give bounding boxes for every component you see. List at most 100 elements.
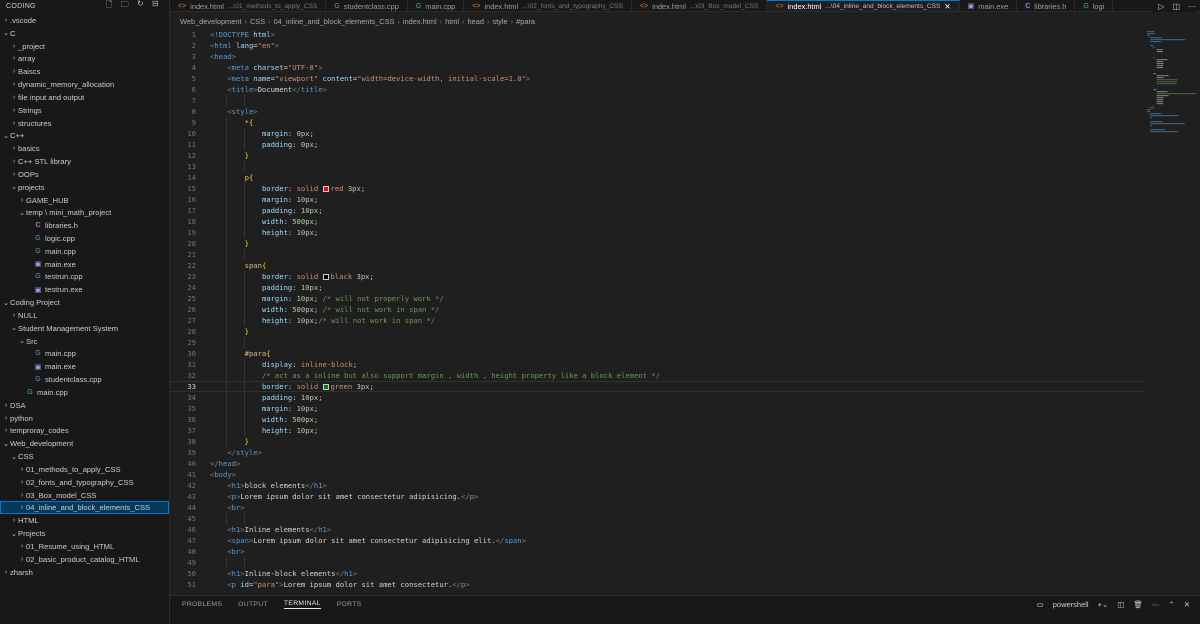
tree-item[interactable]: Gmain.cpp [0,386,169,399]
code-line[interactable]: 51 <p id="para">Lorem ipsum dolor sit am… [170,579,1145,590]
tree-item[interactable]: Gmain.cpp [0,245,169,258]
minimap[interactable] [1145,29,1200,595]
tree-item[interactable]: › 01_Resume_using_HTML [0,540,169,553]
breadcrumb-item[interactable]: CSS [250,17,265,26]
breadcrumb-item[interactable]: 04_inline_and_block_elements_CSS [274,17,395,26]
split-terminal-icon[interactable]: ◫ [1117,600,1124,609]
code-line[interactable]: 49 [170,557,1145,568]
tree-item[interactable]: Clibraries.h [0,219,169,232]
code-line[interactable]: 15 border: solid red 3px; [170,183,1145,194]
editor-tab[interactable]: Glogi [1075,0,1114,11]
color-swatch[interactable] [322,274,329,280]
trash-icon[interactable]: 🗑 [1133,600,1143,609]
code-line[interactable]: 22 span{ [170,260,1145,271]
tree-item[interactable]: Gmain.cpp [0,348,169,361]
tree-item[interactable]: ⌄ Projects [0,527,169,540]
code-line[interactable]: 33 border: solid green 3px; [170,381,1145,392]
tree-item[interactable]: ⌄ temp \ mini_math_project [0,206,169,219]
breadcrumb-item[interactable]: style [492,17,507,26]
code-line[interactable]: 16 margin: 10px; [170,194,1145,205]
tree-item[interactable]: › dynamic_memory_allocation [0,78,169,91]
code-line[interactable]: 5 <meta name="viewport" content="width=d… [170,73,1145,84]
editor-tab[interactable]: <> index.html ...\02_fonts_and_typography_… [464,0,632,11]
code-line[interactable]: 31 display: inline-block; [170,359,1145,370]
code-line[interactable]: 14 p{ [170,172,1145,183]
close-icon[interactable]: ✕ [944,2,950,11]
code-line[interactable]: 10 margin: 0px; [170,128,1145,139]
collapse-all-icon[interactable]: ⊟ [152,0,159,13]
code-line[interactable]: 9 *{ [170,117,1145,128]
tree-item[interactable]: › 03_Box_model_CSS [0,489,169,502]
code-line[interactable]: 32 /* act as a inline but also support m… [170,370,1145,381]
code-line[interactable]: 4 <meta charset="UTF-8"> [170,62,1145,73]
tree-item[interactable]: Glogic.cpp [0,232,169,245]
editor-tab[interactable]: ▣ main.exe [960,0,1018,11]
code-line[interactable]: 37 height: 10px; [170,425,1145,436]
tree-item[interactable]: › 01_methods_to_apply_CSS [0,463,169,476]
code-line[interactable]: 13 [170,161,1145,172]
breadcrumb-item[interactable]: html [445,17,459,26]
code-line[interactable]: 27 height: 10px;/* will not work in span… [170,315,1145,326]
tree-item[interactable]: › python [0,412,169,425]
terminal-name[interactable]: powershell [1053,600,1089,609]
code-line[interactable]: 3 <head> [170,51,1145,62]
code-line[interactable]: 6 <title>Document</title> [170,84,1145,95]
tree-item[interactable]: › NULL [0,309,169,322]
panel-tab-ports[interactable]: PORTS [337,601,362,608]
code-line[interactable]: 40 </head> [170,458,1145,469]
panel-tab-terminal[interactable]: TERMINAL [283,600,321,609]
code-line[interactable]: 44 <br> [170,502,1145,513]
code-line[interactable]: 34 padding: 10px; [170,392,1145,403]
breadcrumb-item[interactable]: Web_development [180,17,242,26]
color-swatch[interactable] [322,186,329,192]
editor-tab[interactable]: <> index.html ...\03_Box_model_CSS [632,0,768,11]
color-swatch[interactable] [322,384,329,390]
new-folder-icon[interactable]: 🗀 [121,0,129,13]
code-line[interactable]: 30 #para{ [170,348,1145,359]
close-panel-icon[interactable]: ✕ [1184,600,1190,609]
code-line[interactable]: 19 height: 10px; [170,227,1145,238]
tree-item[interactable]: › 04_inline_and_block_elements_CSS [0,501,169,515]
maximize-panel-icon[interactable]: ⌃ [1168,600,1174,609]
split-editor-icon[interactable]: ◫ [1172,2,1180,11]
code-line[interactable]: 20 } [170,238,1145,249]
code-line[interactable]: 48 <br> [170,546,1145,557]
code-line[interactable]: 29 [170,337,1145,348]
editor-tab[interactable]: <> index.html ...\01_methods_to_apply_CSS [170,0,327,11]
more-icon[interactable]: ⋯ [1152,600,1160,609]
code-line[interactable]: 24 padding: 10px; [170,282,1145,293]
tree-item[interactable]: › temproray_codes [0,425,169,438]
refresh-icon[interactable]: ↻ [137,0,144,13]
tree-item[interactable]: ▣ main.exe [0,258,169,271]
code-line[interactable]: 12 } [170,150,1145,161]
tree-item[interactable]: › Strings [0,104,169,117]
panel-tab-output[interactable]: OUTPUT [238,601,268,608]
tree-item[interactable]: › 02_basic_product_catalog_HTML [0,553,169,566]
tree-item[interactable]: › HTML [0,514,169,527]
tree-item[interactable]: Gstudentclass.cpp [0,373,169,386]
code-line[interactable]: 45 [170,513,1145,524]
code-line[interactable]: 47 <span>Lorem ipsum dolor sit amet cons… [170,535,1145,546]
code-line[interactable]: 23 border: solid black 3px; [170,271,1145,282]
code-line[interactable]: 38 } [170,436,1145,447]
code-line[interactable]: 25 margin: 10px; /* will not properly wo… [170,293,1145,304]
run-icon[interactable]: ▷ [1158,2,1164,11]
tree-item[interactable]: ⌄ C++ [0,129,169,142]
tree-item[interactable]: › C++ STL library [0,155,169,168]
breadcrumb-item[interactable]: #para [516,17,535,26]
code-line[interactable]: 8 <style> [170,106,1145,117]
more-actions-icon[interactable]: ⋯ [1188,2,1196,11]
tree-item[interactable]: › file input and output [0,91,169,104]
tree-item[interactable]: › Baiscs [0,65,169,78]
code-line[interactable]: 1 <!DOCTYPE html> [170,29,1145,40]
tree-item[interactable]: › structures [0,117,169,130]
code-line[interactable]: 43 <p>Lorem ipsum dolor sit amet consect… [170,491,1145,502]
tree-item[interactable]: ⌄ Web_development [0,437,169,450]
tree-item[interactable]: ⌄ projects [0,181,169,194]
tree-item[interactable]: ▣ main.exe [0,360,169,373]
tree-item[interactable]: ⌄ Student Management System [0,322,169,335]
code-line[interactable]: 28 } [170,326,1145,337]
code-line[interactable]: 7 [170,95,1145,106]
tree-item[interactable]: › array [0,52,169,65]
new-file-icon[interactable]: 🗋 [106,0,113,13]
